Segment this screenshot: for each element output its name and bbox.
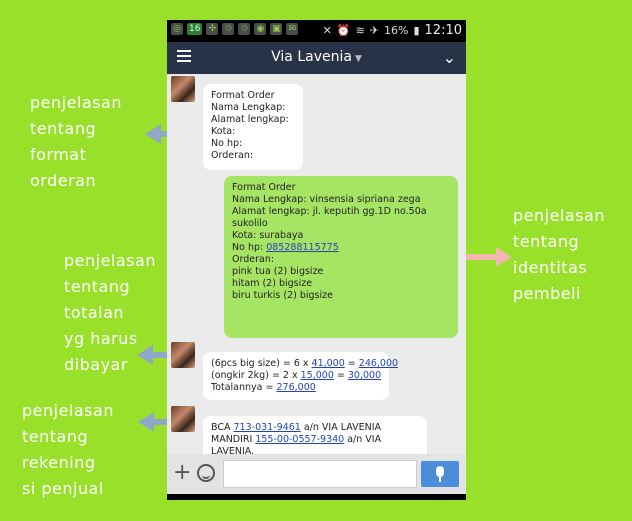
app-bar: Via Lavenia ▼ ⌄ (167, 42, 466, 74)
message-line: No hp: 085288115775 (232, 242, 450, 254)
notification-icon: ◎ (171, 23, 183, 35)
message-line: Alamat lengkap: jl. keputih gg.1D no.50a (232, 206, 427, 217)
emoji-icon[interactable] (197, 464, 215, 482)
phone-label: No hp: (232, 242, 267, 253)
annotation-line: totalan (64, 303, 125, 322)
annotation-line: rekening (22, 453, 96, 472)
avatar[interactable] (171, 342, 195, 368)
message-line: sukolilo (232, 218, 268, 229)
annotation-line: tentang (513, 232, 580, 251)
number-link[interactable]: 276,000 (277, 382, 316, 393)
message-line: Nama Lengkap: vinsensia sipriana zega (232, 194, 421, 205)
airplane-icon: ✈ (369, 24, 380, 37)
annotation-line: tentang (64, 277, 131, 296)
message-line: Kota: (211, 126, 236, 137)
message-bank-account[interactable]: BCA 713-031-9461 a/n VIA LAVENIA MANDIRI… (203, 416, 427, 454)
status-bar: ◎ 16 ✣ ♲ ♲ ◉ ▣ ✉ ✕ ⏰ ≋ ✈ 16% ▮ 12:10 (167, 20, 466, 42)
plus-icon[interactable]: + (173, 460, 191, 486)
message-total[interactable]: (6pcs big size) = 6 x 41,000 = 246,000 (… (203, 352, 399, 400)
annotation-line: orderan (30, 171, 97, 190)
annotation-line: penjelasan (64, 251, 156, 270)
clock: 12:10 (424, 23, 462, 38)
message-line: Orderan: (211, 150, 254, 161)
message-line: Totalannya = 276,000 (211, 382, 316, 393)
number-link[interactable]: 15,000 (301, 370, 334, 381)
bbm-icon: ✣ (206, 23, 219, 35)
annotation-line: tentang (22, 427, 89, 446)
battery-icon: ▮ (413, 24, 420, 37)
account-link[interactable]: 713-031-9461 (234, 422, 301, 433)
message-line: BCA 713-031-9461 a/n VIA LAVENIA (211, 422, 382, 433)
annotation-line: penjelasan (513, 206, 605, 225)
wifi-icon: ≋ (355, 24, 365, 37)
message-line: Format Order (211, 90, 275, 101)
microphone-icon[interactable] (421, 461, 459, 487)
number-link[interactable]: 41,000 (312, 358, 345, 369)
chat-title-text: Via Lavenia (271, 49, 352, 65)
chevron-down-icon[interactable]: ⌄ (443, 48, 456, 67)
battery-level: 16% (384, 24, 409, 37)
message-input-bar: + (167, 454, 466, 494)
message-line: Orderan: (232, 254, 275, 265)
notification-badge: 16 (187, 23, 203, 35)
number-link[interactable]: 246,000 (359, 358, 398, 369)
message-line: (6pcs big size) = 6 x 41,000 = 246,000 (211, 358, 399, 369)
message-line: LAVENIA. (211, 446, 255, 454)
annotation-line: format (30, 145, 87, 164)
message-line: (ongkir 2kg) = 2 x 15,000 = 30,000 (211, 370, 382, 381)
annotation-identitas: penjelasan tentang identitas pembeli (513, 203, 605, 307)
message-line: Kota: surabaya (232, 230, 304, 241)
phone-link[interactable]: 085288115775 (266, 242, 339, 253)
annotation-line: penjelasan (22, 401, 114, 420)
message-line: No hp: (211, 138, 243, 149)
annotation-line: identitas (513, 258, 588, 277)
recycle-icon: ♲ (222, 23, 235, 35)
annotation-line: si penjual (22, 479, 104, 498)
message-line: pink tua (2) bigsize (232, 266, 324, 277)
recycle-icon: ♲ (238, 23, 251, 35)
annotation-line: tentang (30, 119, 97, 138)
app-icon: ◉ (254, 23, 267, 35)
message-input[interactable] (223, 460, 417, 488)
message-line: MANDIRI 155-00-0557-9340 a/n VIA (211, 434, 382, 445)
avatar[interactable] (171, 406, 195, 432)
mute-icon: ✕ (322, 24, 332, 37)
message-line: hitam (2) bigsize (232, 278, 313, 289)
annotation-format: penjelasan tentang format orderan (30, 90, 122, 194)
message-line: Format Order (232, 182, 296, 193)
message-buyer-identity[interactable]: Format Order Nama Lengkap: vinsensia sip… (224, 176, 458, 338)
message-format-template[interactable]: Format Order Nama Lengkap: Alamat lengka… (203, 84, 303, 170)
annotation-rekening: penjelasan tentang rekening si penjual (22, 398, 114, 502)
avatar[interactable] (171, 76, 195, 102)
message-line: biru turkis (2) bigsize (232, 290, 333, 301)
message-line: Nama Lengkap: (211, 102, 286, 113)
phone-screen: ◎ 16 ✣ ♲ ♲ ◉ ▣ ✉ ✕ ⏰ ≋ ✈ 16% ▮ 12:10 Via… (167, 20, 466, 500)
account-link[interactable]: 155-00-0557-9340 (255, 434, 344, 445)
annotation-line: penjelasan (30, 93, 122, 112)
caret-down-icon: ▼ (354, 54, 362, 64)
mail-icon: ✉ (286, 23, 299, 35)
message-line: Alamat lengkap: (211, 114, 289, 125)
alarm-icon: ⏰ (336, 24, 351, 37)
annotation-line: pembeli (513, 284, 581, 303)
chat-area[interactable]: Format Order Nama Lengkap: Alamat lengka… (167, 74, 466, 454)
number-link[interactable]: 30,000 (348, 370, 381, 381)
chat-title[interactable]: Via Lavenia ▼ (167, 49, 466, 65)
system-nav-bar (167, 494, 466, 500)
image-icon: ▣ (270, 23, 283, 35)
